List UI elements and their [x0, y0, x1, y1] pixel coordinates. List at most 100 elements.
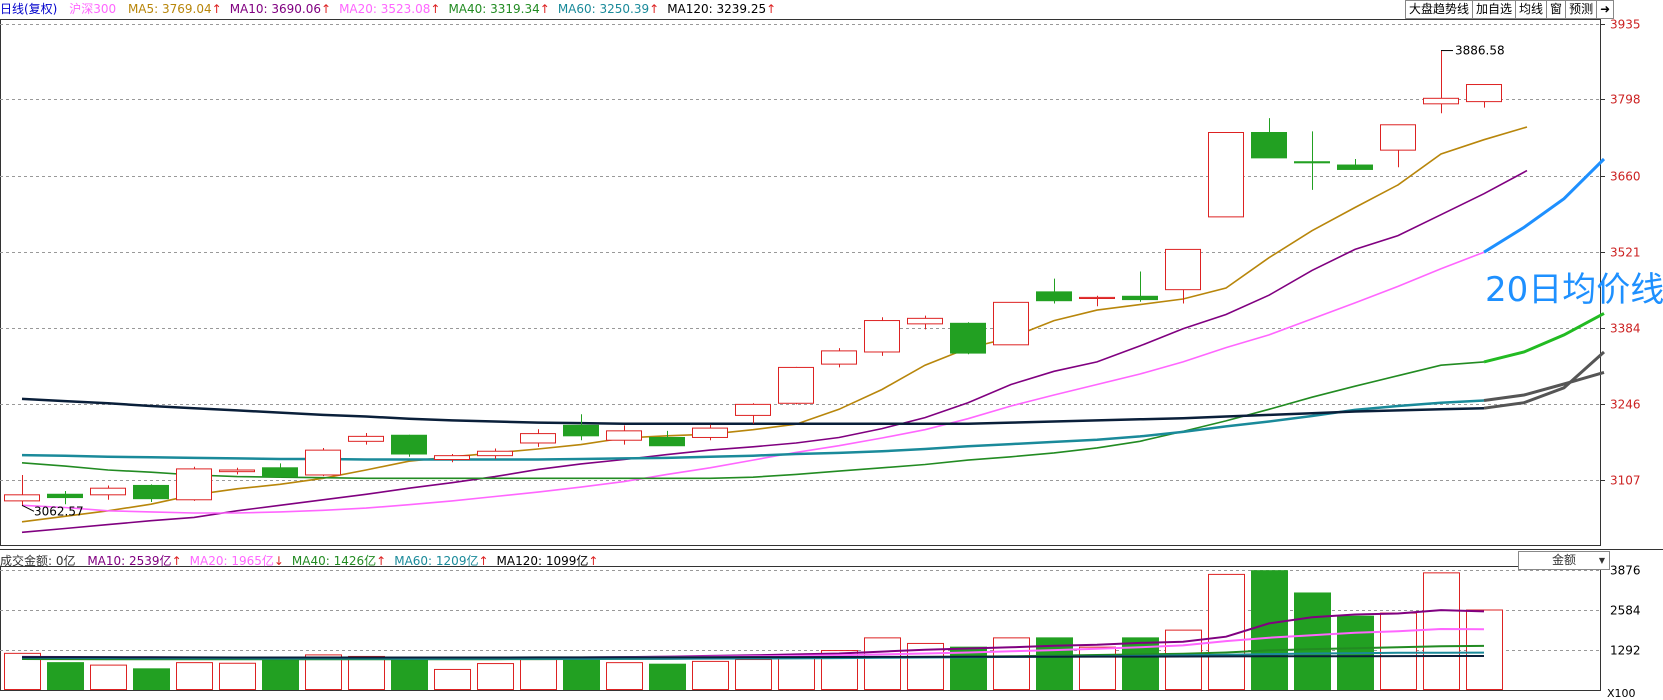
- candle-body: [1122, 295, 1158, 301]
- window-button[interactable]: 窗: [1547, 0, 1567, 19]
- candle-body: [993, 301, 1029, 346]
- toolbar: 大盘趋势线 加自选 均线 窗 预测 ➜: [1405, 0, 1615, 19]
- chevron-down-icon: ▼: [1598, 556, 1605, 565]
- ma-arrow-icon: ↑: [321, 2, 332, 16]
- candle-body: [950, 322, 986, 354]
- candle-body: [4, 494, 40, 502]
- candle-body: [305, 449, 341, 476]
- candle-body: [649, 436, 685, 447]
- candle-body: [1466, 84, 1502, 103]
- projection-line: [1483, 350, 1606, 410]
- volume-bar: [692, 660, 729, 690]
- volume-ma-label: MA20: 1965亿↓: [189, 554, 284, 568]
- volume-bar: [434, 668, 471, 691]
- low-label: 3062.57: [34, 504, 84, 518]
- candle-body: [778, 366, 814, 404]
- candle-body: [348, 435, 384, 442]
- ma-line: [21, 251, 1485, 514]
- projection-line: [1483, 157, 1606, 254]
- ma-label: MA40: 3319.34↑: [448, 2, 550, 16]
- volume-bar: [348, 655, 385, 691]
- ma-arrow-icon: ↑: [211, 2, 222, 16]
- candle-body: [864, 320, 900, 353]
- period-label: 日线(复权): [0, 2, 58, 16]
- ma-arrow-icon: ↑: [766, 2, 777, 16]
- candle-body: [176, 468, 212, 501]
- volume-ma-label: MA10: 2539亿↑: [87, 554, 182, 568]
- forecast-button[interactable]: 预测: [1566, 0, 1598, 19]
- volume-bar: [993, 637, 1030, 690]
- volume-bar: [649, 663, 686, 690]
- candle-body: [262, 467, 298, 478]
- volume-bar: [1423, 572, 1460, 691]
- volume-bar: [778, 654, 815, 691]
- price-header: 日线(复权) 沪深300 MA5: 3769.04↑ MA10: 3690.06↑…: [0, 0, 792, 18]
- candle-body: [563, 424, 599, 437]
- volume-header: 成交金额: 0亿 MA10: 2539亿↑ MA20: 1965亿↓ MA40: 1…: [0, 552, 614, 570]
- price-tick-label: 3521: [1610, 246, 1641, 260]
- ma-arrow-icon: ↑: [430, 2, 441, 16]
- candle-body: [1208, 132, 1244, 218]
- volume-bar: [1380, 612, 1417, 691]
- price-tick-label: 3246: [1610, 398, 1641, 412]
- price-tick-label: 3384: [1610, 322, 1641, 336]
- volume-bar: [1466, 609, 1503, 690]
- kline-chart[interactable]: 3107 3246 3384 3521 3660 3798 3935 1292 2584 3876…: [0, 0, 1663, 700]
- add-watchlist-button[interactable]: 加自选: [1473, 0, 1517, 19]
- exit-icon[interactable]: ➜: [1597, 0, 1615, 19]
- candle-body: [477, 450, 513, 457]
- volume-bar: [391, 659, 428, 690]
- volume-tick-label: 2584: [1610, 604, 1641, 618]
- ma-arrow-icon: ↑: [649, 2, 660, 16]
- ma-arrow-icon: ↑: [539, 2, 550, 16]
- ma-label: MA10: 3690.06↑: [229, 2, 332, 16]
- candle-body: [1079, 296, 1115, 299]
- candle-body: [1380, 124, 1416, 151]
- ma-line: [21, 169, 1528, 534]
- high-label: 3886.58: [1455, 44, 1505, 58]
- volume-bar: [176, 662, 213, 691]
- volume-bar: [1079, 646, 1116, 691]
- volume-ma-label: MA40: 1426亿↑: [291, 554, 387, 568]
- symbol-label: 沪深300: [69, 2, 117, 16]
- volume-metric-select[interactable]: 金额 ▼: [1518, 551, 1610, 570]
- candle-body: [692, 427, 728, 438]
- ma-line: [21, 126, 1528, 523]
- ma20-annotation: 20日均价线: [1485, 270, 1663, 310]
- price-tick-label: 3107: [1610, 474, 1641, 488]
- candle-body: [219, 469, 255, 473]
- volume-ma-arrow-icon: ↓: [273, 554, 284, 568]
- candle-body: [47, 493, 83, 499]
- volume-ma-label: MA60: 1209亿↑: [394, 554, 489, 568]
- volume-bar: [477, 663, 514, 690]
- trend-line-button[interactable]: 大盘趋势线: [1405, 0, 1474, 19]
- volume-bar: [47, 662, 84, 691]
- ma-labels: MA5: 3769.04↑ MA10: 3690.06↑ MA20: 3523.08…: [128, 2, 784, 16]
- volume-bar: [1294, 592, 1331, 691]
- candle-body: [606, 430, 642, 441]
- volume-bar: [1251, 570, 1288, 690]
- candle-body: [434, 455, 470, 461]
- candle-body: [1036, 291, 1072, 302]
- candle-body: [391, 434, 427, 455]
- candle-body: [90, 487, 126, 496]
- volume-tick-label: 3876: [1610, 564, 1641, 578]
- volume-ma-arrow-icon: ↑: [588, 554, 599, 568]
- volume-bar: [262, 659, 299, 690]
- candle-body: [1423, 97, 1459, 105]
- candle-body: [1165, 248, 1201, 291]
- volume-bar: [90, 664, 127, 690]
- volume-bar: [1165, 629, 1202, 690]
- volume-ma-label: MA120: 1099亿↑: [496, 554, 599, 568]
- price-tick-label: 3798: [1610, 93, 1641, 107]
- price-tick-label: 3935: [1610, 18, 1641, 32]
- candle-body: [520, 433, 556, 444]
- price-panel-frame: [0, 19, 1601, 546]
- moving-average-button[interactable]: 均线: [1516, 0, 1548, 19]
- candle-body: [133, 484, 169, 500]
- volume-bar: [606, 662, 643, 691]
- volume-bar: [864, 637, 901, 690]
- volume-ma-arrow-icon: ↑: [376, 554, 387, 568]
- volume-unit-label: X100: [1607, 687, 1636, 700]
- candle-body: [1337, 164, 1373, 170]
